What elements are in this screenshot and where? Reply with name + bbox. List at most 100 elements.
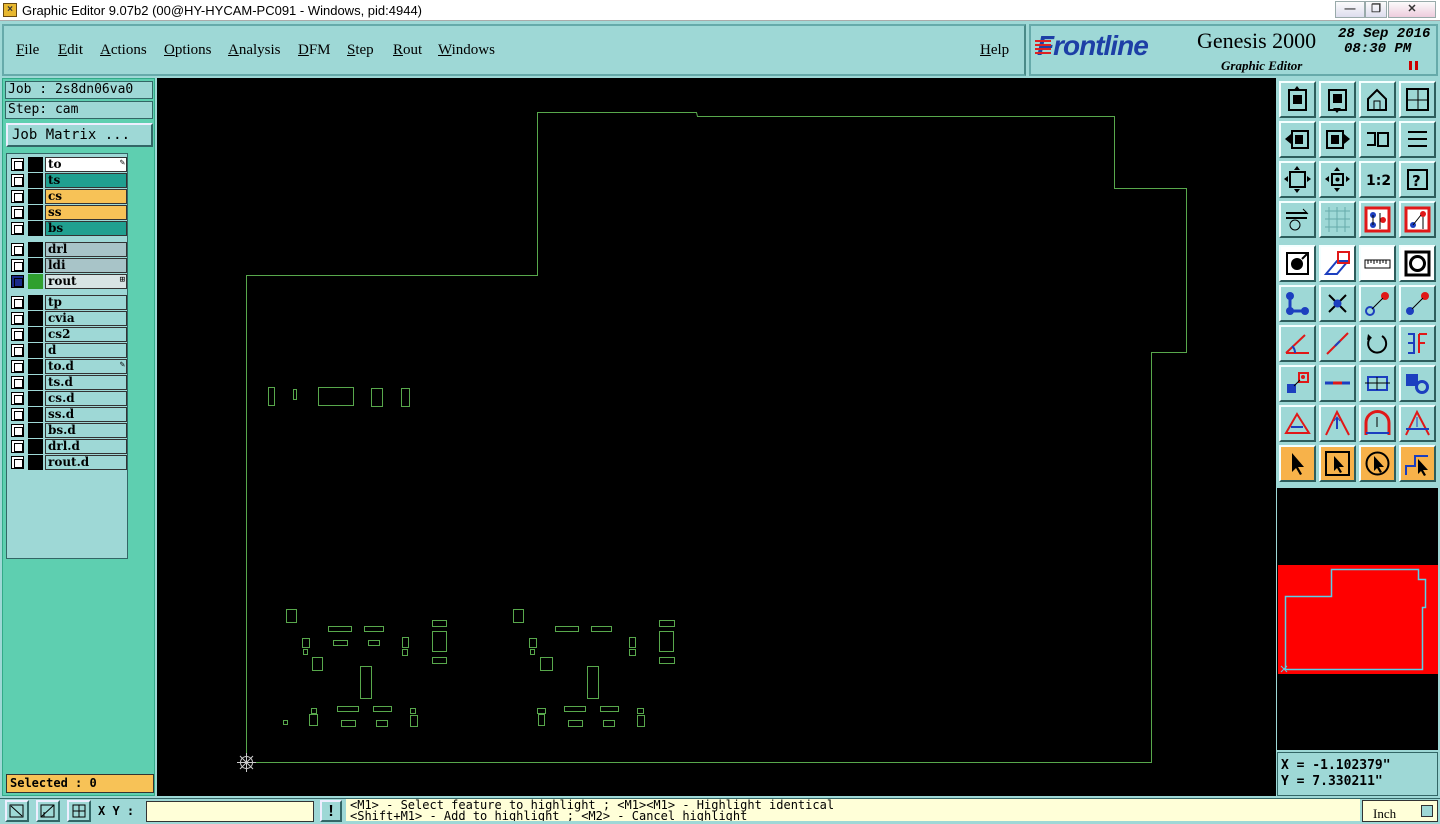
layer-name[interactable]: tp [45, 295, 127, 310]
layer-checkbox[interactable] [11, 360, 24, 373]
layer-color-swatch[interactable] [28, 242, 43, 257]
layer-color-swatch[interactable] [28, 439, 43, 454]
menu-actions[interactable]: Actions [100, 42, 147, 59]
layer-checkbox[interactable] [11, 158, 24, 171]
menu-windows[interactable]: Windows [438, 42, 495, 59]
feature-pad-button[interactable] [1279, 245, 1316, 282]
layer-name[interactable]: cs.d [45, 391, 127, 406]
angle-button[interactable] [1279, 325, 1316, 362]
home-view-button[interactable] [1359, 81, 1396, 118]
layer-checkbox[interactable] [11, 222, 24, 235]
zoom-window-button[interactable] [5, 800, 29, 822]
menu-dfm[interactable]: DFM [298, 42, 331, 59]
layer-checkbox[interactable] [11, 328, 24, 341]
layer-checkbox[interactable] [11, 259, 24, 272]
alert-icon[interactable]: ! [320, 800, 342, 822]
layer-color-swatch[interactable] [28, 157, 43, 172]
layer-color-swatch[interactable] [28, 407, 43, 422]
layer-color-swatch[interactable] [28, 327, 43, 342]
layer-color-swatch[interactable] [28, 359, 43, 374]
menu-edit[interactable]: Edit [58, 42, 83, 59]
layer-checkbox[interactable] [11, 206, 24, 219]
layer-color-swatch[interactable] [28, 423, 43, 438]
layer-checkbox[interactable] [11, 275, 24, 288]
layer-row-rout[interactable]: rout ⊞ [9, 274, 128, 289]
ruler-button[interactable] [1359, 245, 1396, 282]
zoom-home-button[interactable] [1279, 81, 1316, 118]
layer-checkbox[interactable] [11, 243, 24, 256]
layer-name[interactable]: d [45, 343, 127, 358]
layer-name[interactable]: ts [45, 173, 127, 188]
undo-view-button[interactable] [1359, 121, 1396, 158]
layer-row-ts[interactable]: ts [9, 173, 128, 188]
measure-button[interactable] [36, 800, 60, 822]
point-snap-button[interactable] [1399, 285, 1436, 322]
layer-name[interactable]: ldi [45, 258, 127, 273]
layer-row-ss[interactable]: ss [9, 205, 128, 220]
layer-color-swatch[interactable] [28, 343, 43, 358]
layer-row-cs-d[interactable]: cs.d [9, 391, 128, 406]
select-box-button[interactable] [1319, 445, 1356, 482]
layer-checkbox[interactable] [11, 174, 24, 187]
point-to-point-button[interactable] [1359, 285, 1396, 322]
layer-row-drl[interactable]: drl [9, 242, 128, 257]
layer-row-ts-d[interactable]: ts.d [9, 375, 128, 390]
layer-name[interactable]: rout.d [45, 455, 127, 470]
units-select[interactable]: Inch [1362, 800, 1438, 822]
job-matrix-button[interactable]: Job Matrix ... [6, 123, 153, 147]
layer-row-bs[interactable]: bs [9, 221, 128, 236]
menu-step[interactable]: Step [347, 42, 374, 59]
snap-settings-button[interactable] [1359, 201, 1396, 238]
menu-rout[interactable]: Rout [393, 42, 422, 59]
grid-toggle-button[interactable] [67, 800, 91, 822]
scale-1-2-button[interactable]: 1:2 [1359, 161, 1396, 198]
measure-area-button[interactable] [1319, 245, 1356, 282]
xy-input[interactable] [146, 801, 314, 822]
line-center-button[interactable] [1319, 365, 1356, 402]
layer-row-bs-d[interactable]: bs.d [9, 423, 128, 438]
minimize-button[interactable]: — [1335, 1, 1365, 18]
circle-frame-button[interactable] [1399, 245, 1436, 282]
layer-checkbox[interactable] [11, 392, 24, 405]
layer-row-rout-d[interactable]: rout.d [9, 455, 128, 470]
select-path-button[interactable] [1399, 445, 1436, 482]
layer-color-swatch[interactable] [28, 173, 43, 188]
pan-right-button[interactable] [1319, 121, 1356, 158]
layer-name[interactable]: bs.d [45, 423, 127, 438]
pan-left-button[interactable] [1279, 121, 1316, 158]
pad-shapes-button[interactable] [1399, 365, 1436, 402]
layer-color-swatch[interactable] [28, 221, 43, 236]
layer-checkbox[interactable] [11, 376, 24, 389]
layer-name[interactable]: cs2 [45, 327, 127, 342]
grid-button[interactable] [1319, 201, 1356, 238]
rotate-button[interactable] [1359, 325, 1396, 362]
menu-help[interactable]: Help [980, 42, 1009, 59]
layer-name[interactable]: cs [45, 189, 127, 204]
layer-name[interactable]: cvia [45, 311, 127, 326]
arc-up-button[interactable] [1319, 405, 1356, 442]
layer-color-swatch[interactable] [28, 295, 43, 310]
line-draw-button[interactable] [1319, 325, 1356, 362]
layer-checkbox[interactable] [11, 456, 24, 469]
pause-icon[interactable] [1409, 61, 1418, 70]
arc-measure-button[interactable] [1359, 405, 1396, 442]
layer-name[interactable]: drl [45, 242, 127, 257]
layer-color-swatch[interactable] [28, 375, 43, 390]
layer-row-cs[interactable]: cs [9, 189, 128, 204]
fit-all-button[interactable] [1279, 161, 1316, 198]
layer-name[interactable]: ss [45, 205, 127, 220]
layer-row-drl-d[interactable]: drl.d [9, 439, 128, 454]
center-measure-button[interactable] [1359, 365, 1396, 402]
help-button[interactable]: ? [1399, 161, 1436, 198]
layer-color-swatch[interactable] [28, 274, 43, 289]
close-button[interactable]: ✕ [1388, 1, 1436, 18]
layer-checkbox[interactable] [11, 440, 24, 453]
menu-options[interactable]: Options [164, 42, 212, 59]
mirror-button[interactable] [1399, 325, 1436, 362]
overview-panel[interactable] [1277, 488, 1438, 750]
layer-name[interactable]: bs [45, 221, 127, 236]
layer-name[interactable]: rout [45, 274, 127, 289]
select-circle-button[interactable] [1359, 445, 1396, 482]
layer-checkbox[interactable] [11, 344, 24, 357]
layer-row-d[interactable]: d [9, 343, 128, 358]
